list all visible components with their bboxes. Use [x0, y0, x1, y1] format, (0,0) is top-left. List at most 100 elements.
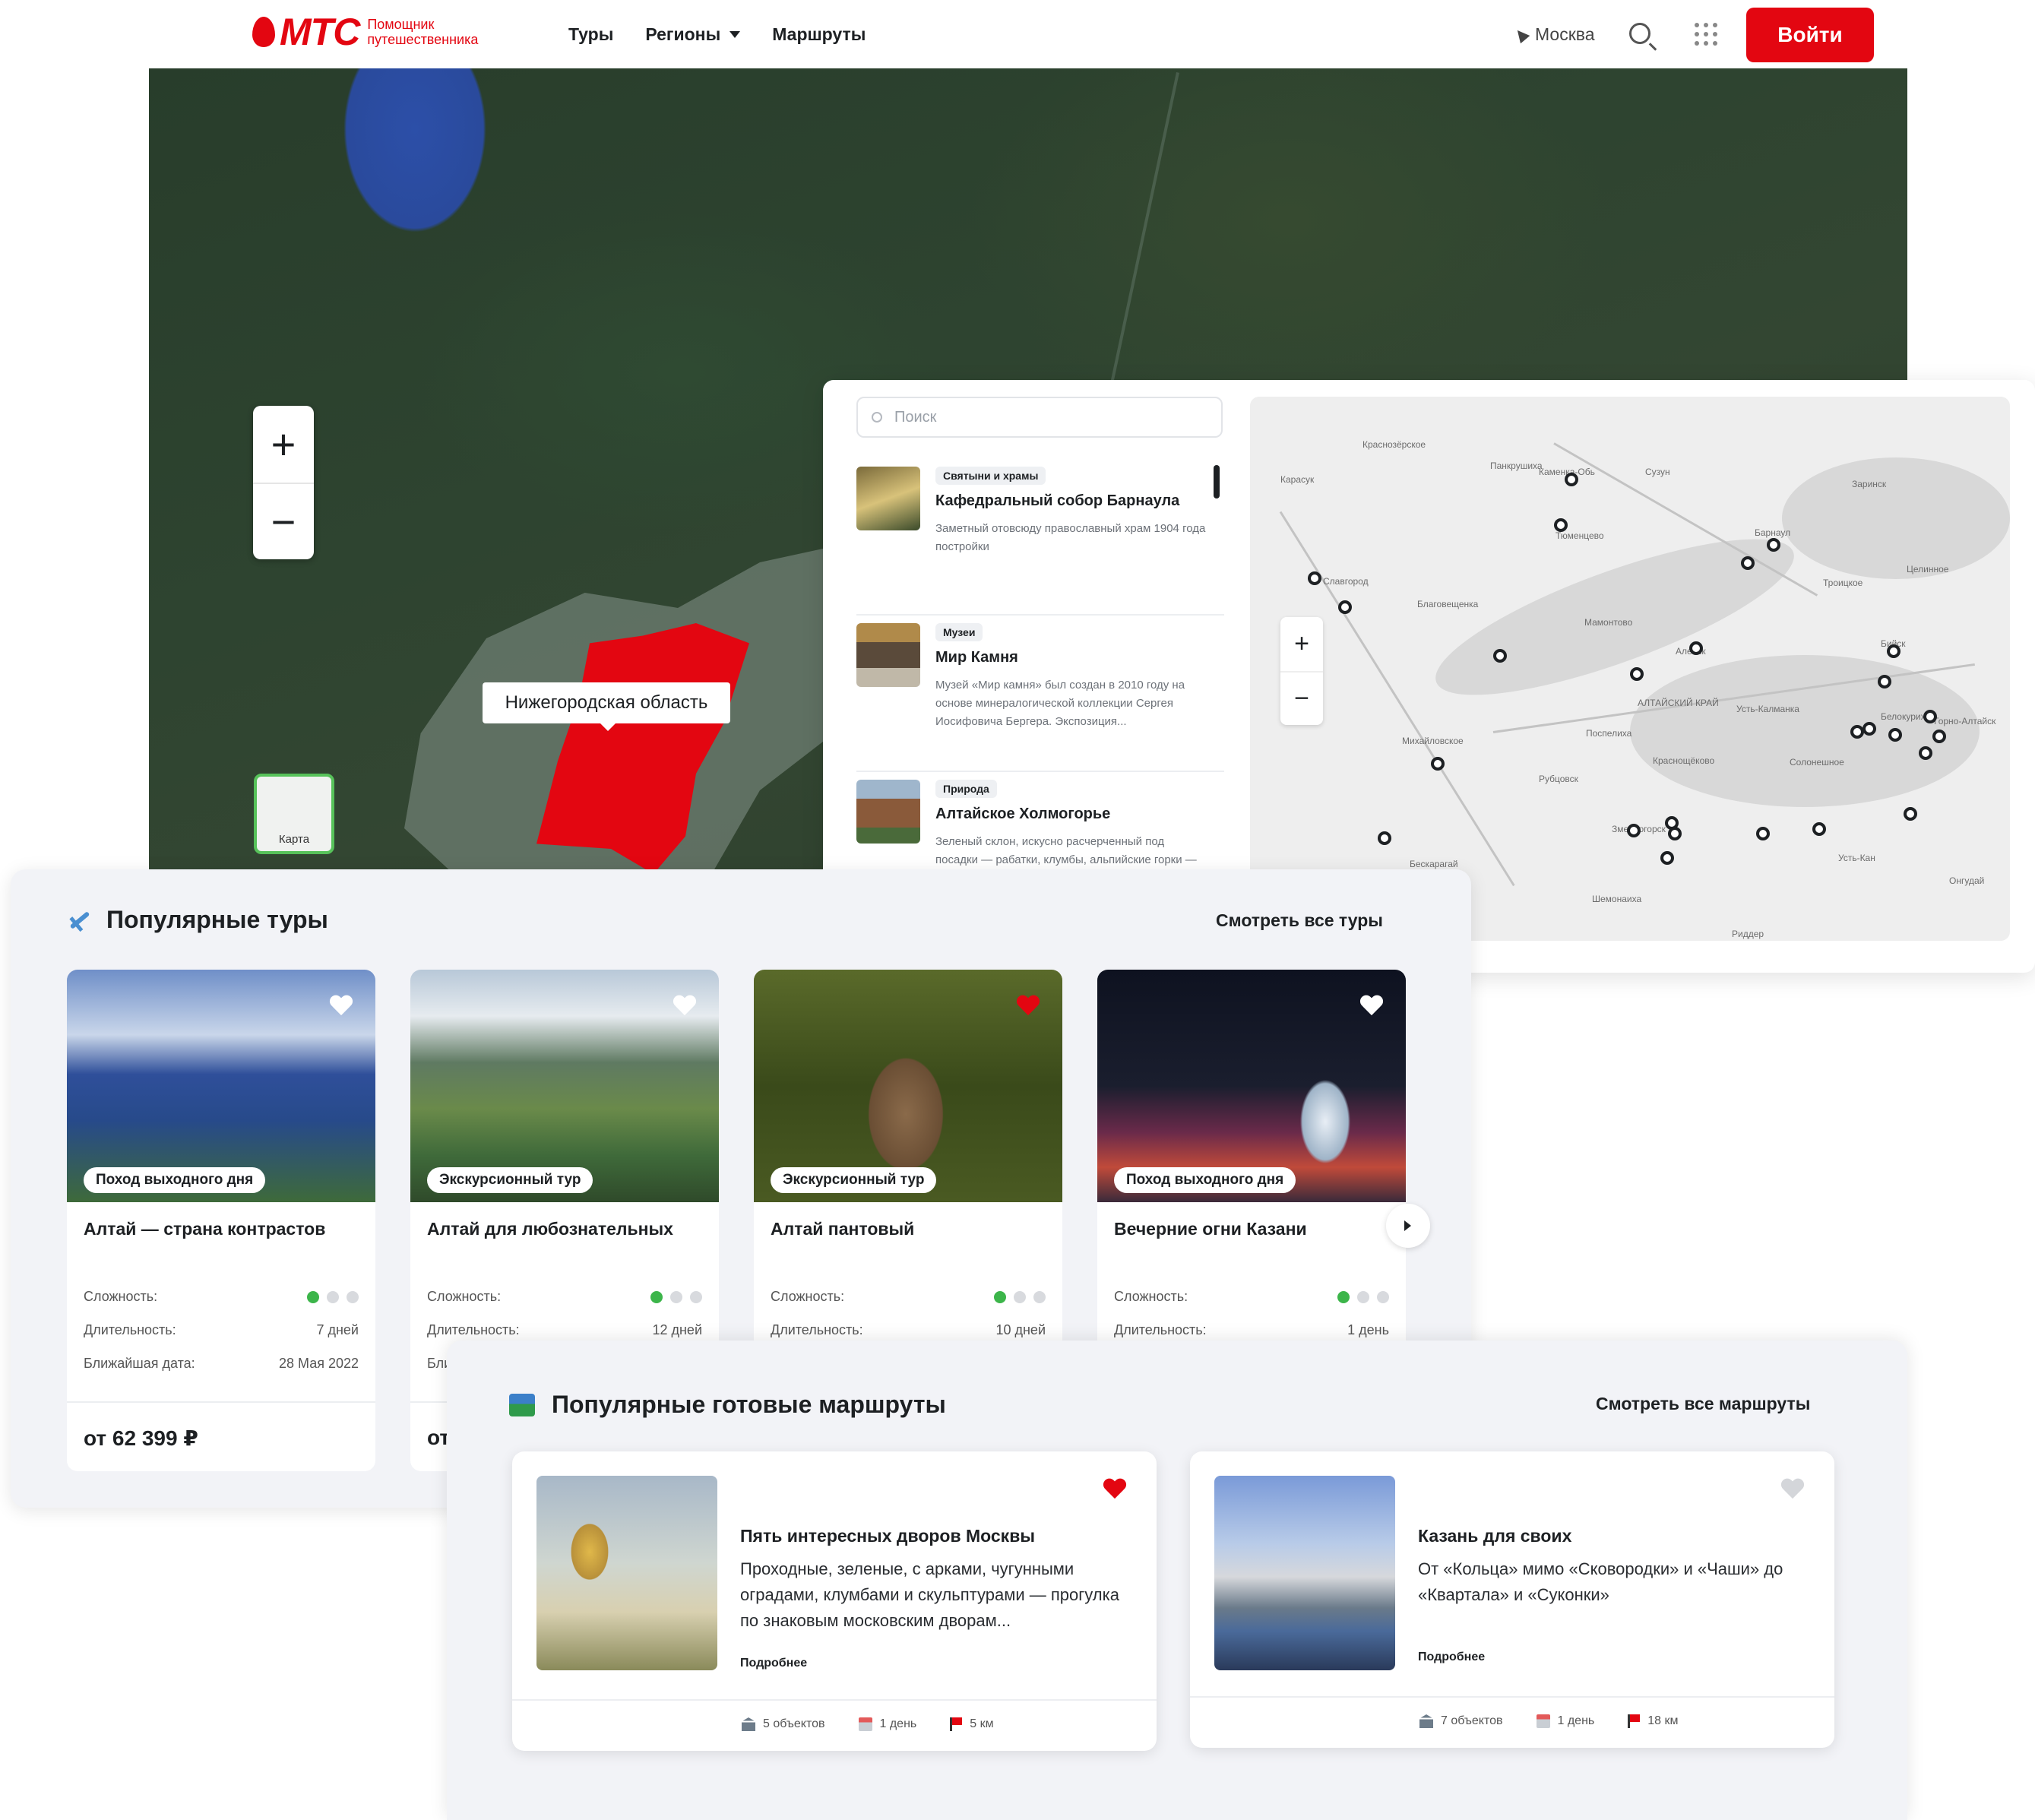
route-card[interactable]: Пять интересных дворов Москвы Проходные,… — [512, 1451, 1157, 1751]
altai-map[interactable]: Краснозёрское Каменка-Обь Сузун Панкруши… — [1250, 397, 2010, 941]
duration-label: Длительность: — [84, 1322, 176, 1337]
duration-value: 7 дней — [316, 1322, 359, 1337]
zoom-out-button[interactable]: − — [253, 483, 314, 559]
heart-icon[interactable] — [1103, 1479, 1126, 1500]
attraction-title: Мир Камня — [935, 649, 1018, 666]
nav-routes[interactable]: Маршруты — [772, 24, 866, 45]
mts-logo[interactable]: МТС Помощник путешественника — [252, 13, 479, 51]
map-marker[interactable] — [1431, 757, 1445, 771]
route-days: 1 день — [858, 1717, 916, 1731]
attraction-tag: Музеи — [935, 623, 983, 641]
map-place-label: Михайловское — [1402, 736, 1464, 746]
zoom-in-button[interactable]: + — [1280, 617, 1323, 671]
zoom-in-button[interactable]: + — [253, 406, 314, 483]
map-marker[interactable] — [1888, 728, 1902, 742]
map-marker[interactable] — [1554, 518, 1568, 532]
difficulty-dots — [650, 1289, 702, 1305]
tour-type-badge: Экскурсионный тур — [771, 1167, 937, 1193]
routes-title: Популярные готовые маршруты — [552, 1391, 946, 1418]
map-marker[interactable] — [1378, 831, 1391, 845]
map-place-label: Заринск — [1852, 479, 1887, 489]
map-marker[interactable] — [1812, 822, 1826, 836]
attraction-desc: Музей «Мир камня» был создан в 2010 году… — [935, 679, 1185, 728]
apps-grid-icon[interactable] — [1695, 23, 1717, 46]
map-marker[interactable] — [1668, 827, 1682, 840]
map-layer-switch[interactable]: Карта — [254, 774, 334, 854]
map-marker[interactable] — [1932, 730, 1946, 743]
tour-duration-row: Длительность: 7 дней — [84, 1322, 359, 1338]
map-marker[interactable] — [1630, 667, 1644, 681]
carousel-next-button[interactable] — [1386, 1204, 1430, 1248]
route-desc: От «Кольца» мимо «Сковородки» и «Чаши» д… — [1418, 1559, 1783, 1604]
calendar-icon — [858, 1717, 872, 1731]
search-input[interactable]: Поиск — [856, 397, 1223, 438]
tour-card[interactable]: Поход выходного дня Алтай — страна контр… — [67, 970, 375, 1471]
list-item[interactable]: Музеи Мир Камня Музей «Мир камня» был со… — [856, 616, 1224, 772]
map-marker[interactable] — [1338, 600, 1352, 614]
map-marker[interactable] — [1863, 722, 1876, 736]
main-nav: Туры Регионы Маршруты — [568, 24, 866, 45]
list-item[interactable]: Святыни и храмы Кафедральный собор Барна… — [856, 459, 1224, 616]
zoom-out-button[interactable]: − — [1280, 671, 1323, 725]
route-more-link[interactable]: Подробнее — [1418, 1651, 1485, 1664]
map-place-label: Троицкое — [1823, 578, 1863, 588]
map-marker[interactable] — [1308, 571, 1321, 585]
map-marker[interactable] — [1904, 807, 1917, 821]
attractions-list: Святыни и храмы Кафедральный собор Барна… — [856, 459, 1224, 929]
map-place-label: Сузун — [1645, 467, 1670, 477]
map-zoom-control: + − — [253, 406, 314, 559]
route-stats: 5 объектов 1 день 5 км — [742, 1717, 994, 1731]
tour-difficulty-row: Сложность: — [771, 1289, 1046, 1305]
map-marker[interactable] — [1878, 675, 1891, 688]
map-place-label: АЛТАЙСКИЙ КРАЙ — [1638, 698, 1719, 708]
route-distance-value: 5 км — [970, 1717, 994, 1730]
route-days-value: 1 день — [1557, 1714, 1595, 1727]
nav-tours[interactable]: Туры — [568, 24, 613, 45]
map-place-label: Риддер — [1732, 929, 1764, 939]
nav-regions-label: Регионы — [645, 24, 721, 44]
mts-egg-icon — [252, 17, 275, 47]
see-all-routes-link[interactable]: Смотреть все маршруты — [1596, 1394, 1810, 1414]
map-place-label: Панкрушиха — [1490, 461, 1543, 471]
map-marker[interactable] — [1627, 824, 1641, 837]
map-marker[interactable] — [1767, 538, 1780, 552]
tour-type-badge: Поход выходного дня — [1114, 1167, 1296, 1193]
heart-icon[interactable] — [1017, 995, 1040, 1017]
tour-name: Алтай — страна контрастов — [84, 1219, 326, 1239]
city-selector[interactable]: Москва — [1512, 24, 1595, 45]
heart-icon[interactable] — [330, 995, 353, 1017]
difficulty-label: Сложность: — [84, 1289, 158, 1304]
heart-icon[interactable] — [673, 995, 696, 1017]
logo-subtitle-line-1: Помощник — [367, 17, 435, 32]
map-place-label: Усть-Кан — [1838, 853, 1875, 863]
route-distance: 18 км — [1628, 1714, 1679, 1728]
heart-icon[interactable] — [1781, 1479, 1804, 1500]
duration-label: Длительность: — [771, 1322, 863, 1337]
difficulty-label: Сложность: — [771, 1289, 845, 1304]
route-objects: 7 объектов — [1419, 1714, 1503, 1728]
map-marker[interactable] — [1660, 851, 1674, 865]
route-distance-value: 18 км — [1647, 1714, 1679, 1727]
map-place-label: Поспелиха — [1586, 728, 1632, 739]
map-marker[interactable] — [1565, 473, 1578, 486]
search-icon[interactable] — [1629, 23, 1650, 44]
map-marker[interactable] — [1689, 641, 1703, 655]
map-marker[interactable] — [1887, 644, 1900, 658]
map-marker[interactable] — [1923, 710, 1937, 723]
landscape-icon — [509, 1393, 535, 1416]
login-button[interactable]: Войти — [1746, 8, 1874, 62]
map-area — [1630, 655, 1980, 807]
map-marker[interactable] — [1919, 746, 1932, 760]
heart-icon[interactable] — [1360, 995, 1383, 1017]
map-marker[interactable] — [1493, 649, 1507, 663]
logo-subtitle-line-2: путешественника — [367, 32, 479, 47]
route-card[interactable]: Казань для своих От «Кольца» мимо «Сково… — [1190, 1451, 1834, 1748]
nav-regions[interactable]: Регионы — [645, 24, 741, 45]
map-marker[interactable] — [1756, 827, 1770, 840]
see-all-tours-link[interactable]: Смотреть все туры — [1216, 910, 1383, 931]
attraction-title: Алтайское Холмогорье — [935, 806, 1111, 822]
route-more-link[interactable]: Подробнее — [740, 1657, 807, 1670]
map-marker[interactable] — [1741, 556, 1755, 570]
tour-type-badge: Экскурсионный тур — [427, 1167, 593, 1193]
route-objects-value: 5 объектов — [763, 1717, 825, 1730]
